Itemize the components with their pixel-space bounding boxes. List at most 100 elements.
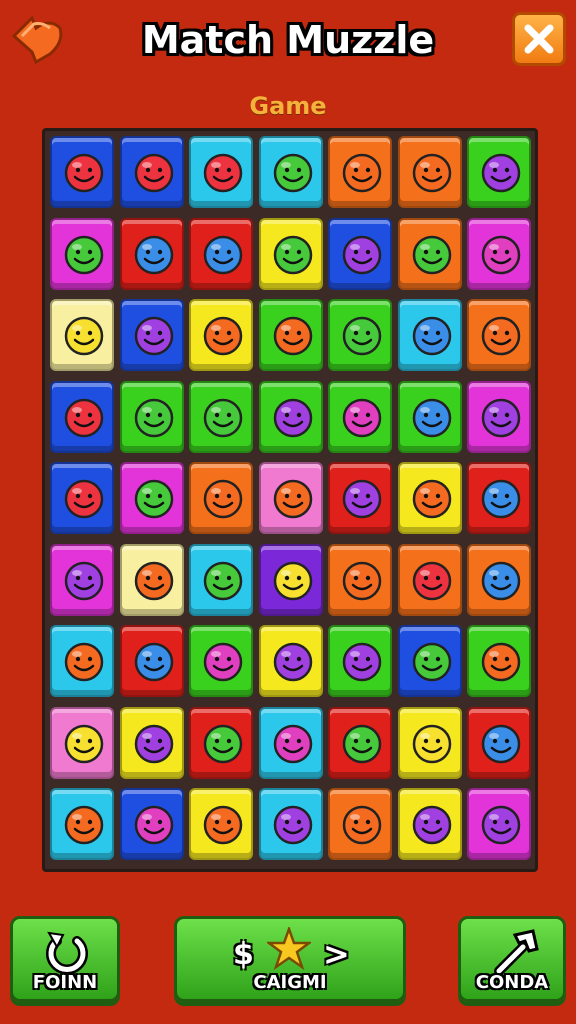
tile-r9-c4[interactable] [258, 788, 323, 860]
smiley-face-icon [412, 561, 451, 600]
tile-r9-c3[interactable] [189, 788, 253, 860]
smiley-face-icon [412, 235, 451, 274]
tile-r4-c1[interactable] [50, 380, 114, 453]
tile-r7-c6[interactable] [397, 625, 462, 697]
tile-r7-c5[interactable] [328, 625, 392, 697]
smiley-face-icon [203, 316, 243, 356]
tile-r5-c4[interactable] [258, 462, 323, 534]
tile-r8-c6[interactable] [397, 706, 462, 779]
smiley-face-icon [134, 724, 173, 763]
tile-r7-c3[interactable] [189, 625, 253, 697]
tile-r6-c6[interactable] [397, 543, 462, 616]
hammer-icon [494, 929, 539, 976]
smiley-face-icon [64, 235, 104, 274]
smiley-face-icon [481, 153, 521, 193]
tile-r7-c4[interactable] [258, 625, 323, 697]
tile-r4-c2[interactable] [119, 380, 184, 453]
tile-r2-c7[interactable] [467, 217, 531, 290]
center-action-button[interactable]: $ > CAIGMI [174, 916, 406, 1002]
tile-r9-c1[interactable] [50, 788, 114, 860]
tile-r1-c5[interactable] [328, 136, 392, 208]
smiley-face-icon [342, 398, 382, 437]
smiley-face-icon [273, 398, 312, 437]
tile-r4-c6[interactable] [397, 380, 462, 453]
star-icon [267, 927, 311, 971]
tile-r3-c7[interactable] [467, 299, 531, 371]
tile-r3-c1[interactable] [50, 299, 114, 371]
tile-r6-c5[interactable] [328, 543, 392, 616]
hammer-button[interactable]: CONDA [458, 916, 566, 1002]
tile-r5-c5[interactable] [328, 462, 392, 534]
tile-r5-c3[interactable] [189, 462, 253, 534]
tile-r8-c5[interactable] [328, 706, 392, 779]
smiley-face-icon [342, 153, 382, 193]
tile-r7-c1[interactable] [50, 625, 114, 697]
tile-r1-c1[interactable] [50, 136, 114, 208]
smiley-face-icon [203, 561, 243, 600]
restart-button[interactable]: FOINN [10, 916, 120, 1002]
tile-r8-c7[interactable] [467, 706, 531, 779]
smiley-face-icon [203, 479, 243, 519]
tile-r2-c1[interactable] [50, 217, 114, 290]
tile-r6-c3[interactable] [189, 543, 253, 616]
tile-r1-c2[interactable] [119, 136, 184, 208]
tile-r6-c7[interactable] [467, 543, 531, 616]
tile-r5-c1[interactable] [50, 462, 114, 534]
tile-r1-c7[interactable] [467, 136, 531, 208]
tile-r7-c2[interactable] [119, 625, 184, 697]
smiley-face-icon [64, 724, 104, 763]
smiley-face-icon [412, 398, 451, 437]
game-board [42, 128, 538, 872]
smiley-face-icon [203, 398, 243, 437]
smiley-face-icon [273, 235, 312, 274]
tile-r1-c4[interactable] [258, 136, 323, 208]
tile-r2-c3[interactable] [189, 217, 253, 290]
smiley-face-icon [342, 561, 382, 600]
tile-r4-c7[interactable] [467, 380, 531, 453]
tile-r4-c3[interactable] [189, 380, 253, 453]
tile-r8-c2[interactable] [119, 706, 184, 779]
tile-r8-c4[interactable] [258, 706, 323, 779]
tile-r3-c3[interactable] [189, 299, 253, 371]
smiley-face-icon [412, 805, 451, 845]
game-subtitle: Game [249, 92, 327, 120]
smiley-face-icon [134, 316, 173, 356]
tile-r7-c7[interactable] [467, 625, 531, 697]
tile-r9-c7[interactable] [467, 788, 531, 860]
tile-r1-c3[interactable] [189, 136, 253, 208]
smiley-face-icon [203, 235, 243, 274]
tile-r2-c5[interactable] [328, 217, 392, 290]
tile-r5-c2[interactable] [119, 462, 184, 534]
tile-r8-c1[interactable] [50, 706, 114, 779]
smiley-face-icon [481, 316, 521, 356]
tile-r6-c4[interactable] [258, 543, 323, 616]
tile-r6-c1[interactable] [50, 543, 114, 616]
smiley-face-icon [273, 642, 312, 682]
tile-r9-c5[interactable] [328, 788, 392, 860]
tile-r2-c4[interactable] [258, 217, 323, 290]
tile-r3-c2[interactable] [119, 299, 184, 371]
tile-r9-c2[interactable] [119, 788, 184, 860]
tile-r8-c3[interactable] [189, 706, 253, 779]
tile-r5-c7[interactable] [467, 462, 531, 534]
tile-r4-c5[interactable] [328, 380, 392, 453]
close-button[interactable] [512, 12, 566, 66]
currency-glyph: $ [233, 937, 254, 972]
smiley-face-icon [134, 153, 173, 193]
tile-r1-c6[interactable] [397, 136, 462, 208]
tile-r3-c5[interactable] [328, 299, 392, 371]
tile-r3-c6[interactable] [397, 299, 462, 371]
tile-r6-c2[interactable] [119, 543, 184, 616]
smiley-face-icon [412, 479, 451, 519]
tile-r2-c6[interactable] [397, 217, 462, 290]
tile-r5-c6[interactable] [397, 462, 462, 534]
tile-r3-c4[interactable] [258, 299, 323, 371]
tile-r9-c6[interactable] [397, 788, 462, 860]
smiley-face-icon [134, 561, 173, 600]
tile-r2-c2[interactable] [119, 217, 184, 290]
tile-r4-c4[interactable] [258, 380, 323, 453]
smiley-face-icon [342, 805, 382, 845]
smiley-face-icon [64, 561, 104, 600]
top-bar: Match Muzzle [0, 0, 576, 90]
smiley-face-icon [481, 724, 521, 763]
